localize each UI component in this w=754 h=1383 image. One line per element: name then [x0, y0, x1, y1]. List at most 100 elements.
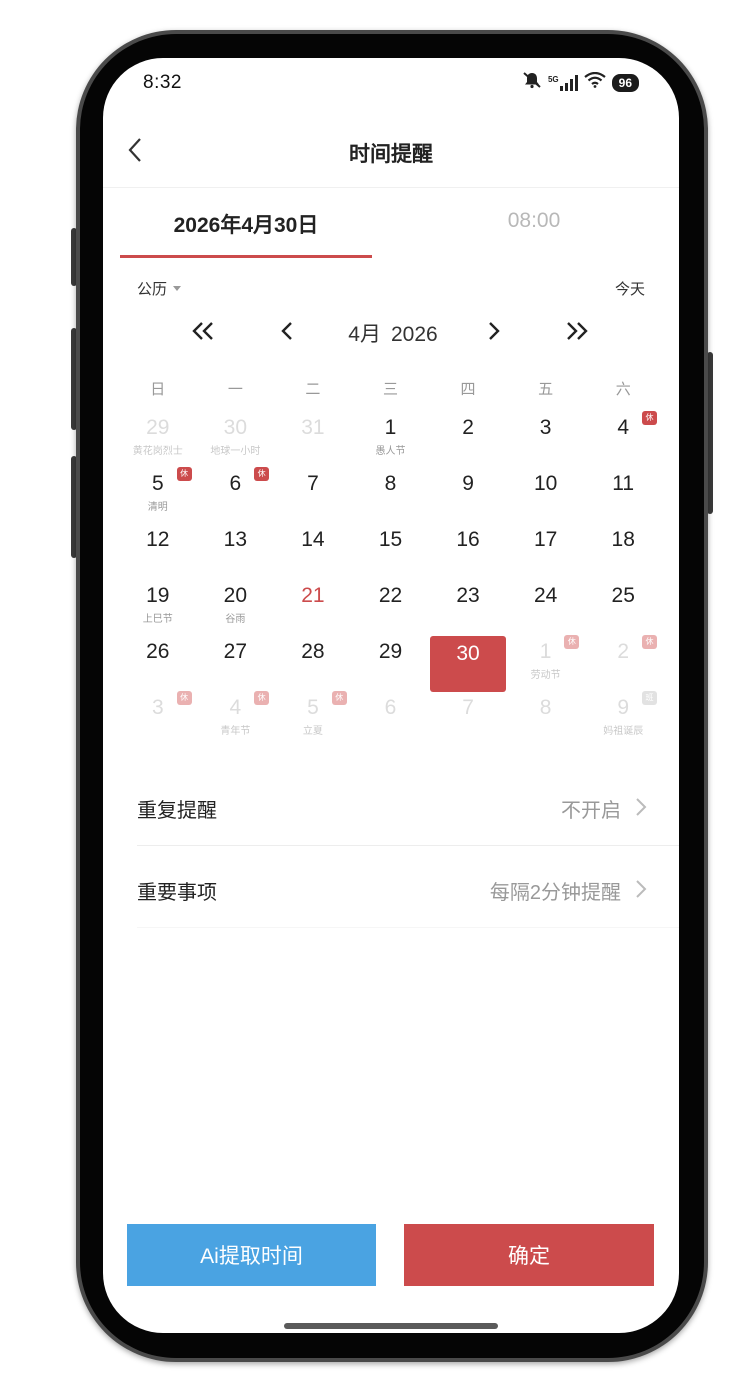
calendar-day[interactable]: 2休: [584, 634, 662, 690]
holiday-badge: 休: [176, 691, 192, 705]
calendar-day[interactable]: 18: [584, 522, 662, 578]
calendar-day[interactable]: 30 地球一小时: [197, 410, 275, 466]
chevron-right-icon: [489, 322, 500, 340]
day-number: 10: [533, 472, 558, 495]
calendar-day[interactable]: 1 愚人节: [352, 410, 430, 466]
next-year-button[interactable]: [559, 316, 595, 346]
today-button[interactable]: 今天: [615, 278, 645, 299]
calendar-day[interactable]: 11: [584, 466, 662, 522]
day-number: 25: [611, 584, 635, 607]
day-number: 6: [384, 696, 397, 719]
calendar-day[interactable]: 16: [429, 522, 507, 578]
status-icons: 5G 96: [522, 71, 639, 94]
weekday-thu: 四: [460, 381, 476, 398]
calendar-day[interactable]: 12: [119, 522, 197, 578]
day-festival-label: 谷雨: [225, 614, 246, 625]
calendar-day[interactable]: 8: [507, 690, 585, 746]
status-time: 8:32: [143, 72, 182, 93]
calendar-day[interactable]: 23: [429, 578, 507, 634]
holiday-badge: 休: [254, 691, 270, 705]
calendar-day[interactable]: 8: [352, 466, 430, 522]
calendar-day-selected[interactable]: 30: [429, 634, 507, 692]
calendar-day[interactable]: 15: [352, 522, 430, 578]
calendar-day[interactable]: 2: [429, 410, 507, 466]
confirm-button[interactable]: 确定: [404, 1224, 654, 1286]
calendar-day[interactable]: 7: [429, 690, 507, 746]
chevron-right-icon: [636, 798, 647, 816]
calendar-mode-dropdown[interactable]: 公历: [137, 278, 182, 299]
calendar-day[interactable]: 24: [507, 578, 585, 634]
day-number: 19: [146, 584, 170, 607]
month-year-label: 4月 2026: [323, 318, 463, 348]
calendar-day[interactable]: 6: [352, 690, 430, 746]
calendar-day[interactable]: 25: [584, 578, 662, 634]
calendar-day[interactable]: 31: [274, 410, 352, 466]
day-festival-label: 妈祖诞辰: [603, 726, 644, 737]
calendar-day[interactable]: 21: [274, 578, 352, 634]
calendar-day[interactable]: 22: [352, 578, 430, 634]
weekday-wed: 三: [382, 381, 398, 398]
important-item-row[interactable]: 重要事项 每隔2分钟提醒: [137, 846, 679, 928]
day-festival-label: 劳动节: [530, 670, 561, 681]
day-number: 24: [533, 584, 558, 607]
calendar-day[interactable]: 6休: [197, 466, 275, 522]
repeat-reminder-value: 不开启: [561, 800, 621, 822]
calendar-day[interactable]: 13: [197, 522, 275, 578]
holiday-badge: 休: [176, 467, 192, 481]
battery-indicator: 96: [611, 73, 639, 92]
chevron-left-icon: [281, 322, 292, 340]
day-number: 30: [223, 416, 248, 439]
month-label: 4月: [348, 323, 381, 346]
double-chevron-right-icon: [567, 322, 588, 340]
calendar-day[interactable]: 5 清明休: [119, 466, 197, 522]
calendar-day[interactable]: 14: [274, 522, 352, 578]
calendar-day[interactable]: 9: [429, 466, 507, 522]
weekday-sun: 日: [150, 381, 166, 398]
day-number: 15: [378, 528, 403, 551]
next-month-button[interactable]: [476, 316, 512, 346]
calendar-day[interactable]: 10: [507, 466, 585, 522]
holiday-badge: 休: [641, 411, 657, 425]
tab-date[interactable]: 2026年4月30日: [120, 209, 372, 239]
calendar-day[interactable]: 28: [274, 634, 352, 690]
calendar-day[interactable]: 3: [507, 410, 585, 466]
ai-extract-time-button[interactable]: Ai提取时间: [127, 1224, 376, 1286]
calendar-day[interactable]: 9 妈祖诞辰班: [584, 690, 662, 746]
day-number: 2: [462, 416, 474, 439]
day-number: 29: [146, 416, 170, 439]
calendar-day[interactable]: 7: [274, 466, 352, 522]
calendar-day[interactable]: 4 青年节休: [197, 690, 275, 746]
prev-month-button[interactable]: [269, 316, 305, 346]
calendar-day[interactable]: 17: [507, 522, 585, 578]
repeat-reminder-row[interactable]: 重复提醒 不开启: [137, 764, 679, 846]
holiday-badge: 休: [331, 691, 347, 705]
calendar-day[interactable]: 26: [119, 634, 197, 690]
repeat-reminder-label: 重复提醒: [137, 800, 217, 822]
row-divider: [137, 927, 679, 928]
day-number: 12: [146, 528, 170, 551]
tab-active-indicator: [120, 255, 372, 258]
calendar-day[interactable]: 4休: [584, 410, 662, 466]
calendar-day[interactable]: 3休: [119, 690, 197, 746]
year-label: 2026: [390, 323, 438, 346]
day-number: 20: [223, 584, 248, 607]
weekday-sat: 六: [615, 381, 631, 398]
day-number: 8: [539, 696, 552, 719]
cellular-signal-icon: 5G: [548, 74, 578, 91]
day-number: 30: [456, 642, 480, 665]
calendar-day[interactable]: 29 黄花岗烈士: [119, 410, 197, 466]
day-number: 31: [301, 416, 325, 439]
calendar-day[interactable]: 27: [197, 634, 275, 690]
prev-year-button[interactable]: [185, 316, 221, 346]
home-indicator[interactable]: [284, 1323, 498, 1329]
tab-time[interactable]: 08:00: [406, 209, 662, 233]
important-item-label: 重要事项: [137, 882, 217, 904]
weekday-header: 日 一 二 三 四 五 六: [119, 378, 662, 399]
day-festival-label: 地球一小时: [210, 446, 261, 457]
calendar-day[interactable]: 29: [352, 634, 430, 690]
calendar-day[interactable]: 19 上巳节: [119, 578, 197, 634]
page-title: 时间提醒: [349, 143, 433, 166]
calendar-day[interactable]: 5 立夏休: [274, 690, 352, 746]
calendar-day[interactable]: 20 谷雨: [197, 578, 275, 634]
calendar-day[interactable]: 1 劳动节休: [507, 634, 585, 690]
